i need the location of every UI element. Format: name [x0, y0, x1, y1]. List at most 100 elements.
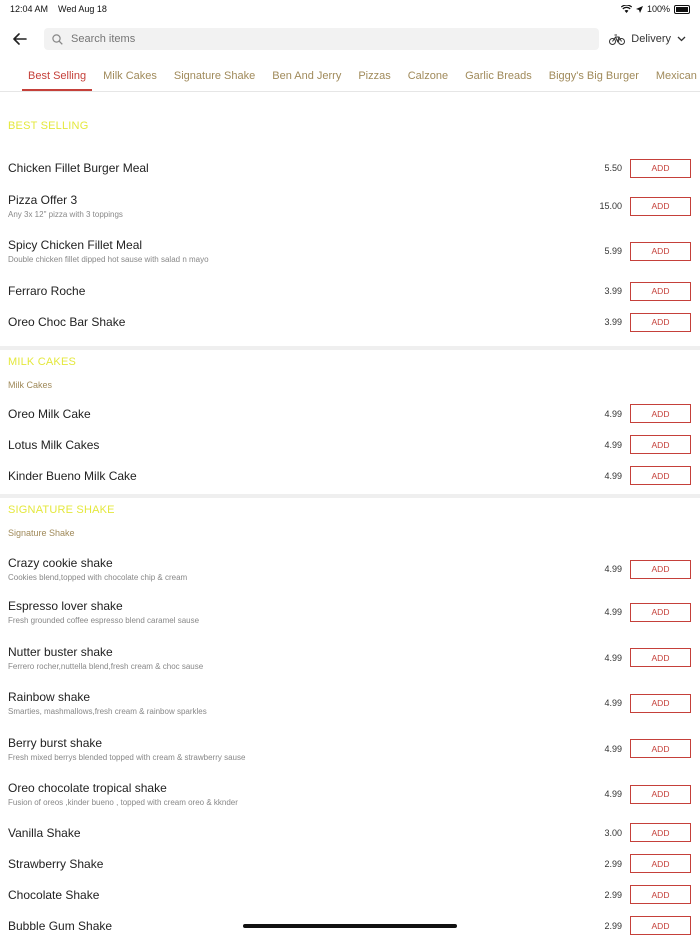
menu-item: Lotus Milk Cakes 4.99 ADD	[0, 429, 700, 460]
menu-item: Spicy Chicken Fillet Meal Double chicken …	[0, 223, 700, 279]
item-price: 4.99	[604, 607, 622, 617]
menu-item: Nutter buster shake Ferrero rocher,nuttel…	[0, 635, 700, 680]
item-price: 5.50	[604, 163, 622, 173]
add-button[interactable]: ADD	[630, 916, 691, 935]
item-name: Rainbow shake	[8, 690, 91, 704]
tab-mexican-main[interactable]: Mexican Main	[650, 60, 700, 91]
item-name: Crazy cookie shake	[8, 556, 113, 570]
menu-item: Strawberry Shake 2.99 ADD	[0, 848, 700, 879]
item-description: Any 3x 12" pizza with 3 toppings	[8, 210, 123, 219]
status-bar: 12:04 AM Wed Aug 18 100%	[0, 0, 700, 18]
item-price: 4.99	[604, 439, 622, 450]
item-name: Lotus Milk Cakes	[8, 437, 100, 452]
add-button[interactable]: ADD	[630, 466, 691, 485]
add-button[interactable]: ADD	[630, 885, 691, 904]
category-tabs: Best Selling Milk Cakes Signature Shake …	[0, 60, 700, 92]
add-button[interactable]: ADD	[630, 312, 691, 332]
add-button[interactable]: ADD	[630, 648, 691, 667]
tab-garlic-breads[interactable]: Garlic Breads	[459, 60, 538, 91]
menu-item: Chocolate Shake 2.99 ADD	[0, 879, 700, 910]
menu-item: Oreo chocolate tropical shake Fusion of o…	[0, 771, 700, 817]
section-title-signature-shake: SIGNATURE SHAKE	[8, 504, 115, 516]
section-subtitle-signature-shake: Signature Shake	[8, 528, 75, 538]
item-price: 3.00	[604, 827, 622, 838]
item-price: 5.99	[604, 246, 622, 256]
item-price: 3.99	[604, 286, 622, 296]
item-name: Chocolate Shake	[8, 887, 100, 902]
add-button[interactable]: ADD	[630, 158, 691, 178]
add-button[interactable]: ADD	[630, 854, 691, 873]
home-indicator	[243, 924, 457, 928]
menu-item: Kinder Bueno Milk Cake 4.99 ADD	[0, 460, 700, 491]
menu-item: Berry burst shake Fresh mixed berrys blen…	[0, 726, 700, 771]
item-name: Vanilla Shake	[8, 825, 81, 840]
battery-percent: 100%	[646, 4, 670, 14]
add-button[interactable]: ADD	[630, 196, 691, 216]
item-description: Fusion of oreos ,kinder bueno , topped w…	[8, 798, 238, 807]
item-description: Cookies blend,topped with chocolate chip…	[8, 573, 188, 582]
top-bar: Delivery	[0, 18, 700, 60]
item-description: Fresh grounded coffee espresso blend car…	[8, 616, 200, 625]
menu-item: Pizza Offer 3 Any 3x 12" pizza with 3 top…	[0, 189, 700, 223]
bicycle-icon	[609, 34, 626, 45]
item-price: 3.99	[604, 317, 622, 327]
tab-pizzas[interactable]: Pizzas	[352, 60, 396, 91]
item-description: Smarties, mashmallows,fresh cream & rain…	[8, 707, 207, 716]
item-name: Ferraro Roche	[8, 284, 86, 298]
search-input[interactable]	[69, 32, 592, 46]
status-date: Wed Aug 18	[58, 4, 107, 14]
item-price: 2.99	[604, 920, 622, 931]
arrow-left-icon	[13, 33, 27, 45]
item-name: Pizza Offer 3	[8, 193, 78, 207]
item-price: 4.99	[604, 698, 622, 708]
add-button[interactable]: ADD	[630, 739, 691, 758]
menu-item: Vanilla Shake 3.00 ADD	[0, 817, 700, 848]
tab-milk-cakes[interactable]: Milk Cakes	[97, 60, 163, 91]
menu-item: Oreo Milk Cake 4.99 ADD	[0, 398, 700, 429]
status-time: 12:04 AM	[10, 4, 49, 14]
menu-item: Rainbow shake Smarties, mashmallows,fresh…	[0, 680, 700, 726]
add-button[interactable]: ADD	[630, 559, 691, 579]
menu-item: Ferraro Roche 3.99 ADD	[0, 279, 700, 303]
add-button[interactable]: ADD	[630, 784, 691, 804]
item-price: 15.00	[599, 201, 622, 211]
item-name: Oreo chocolate tropical shake	[8, 781, 167, 795]
item-name: Bubble Gum Shake	[8, 918, 113, 933]
delivery-label: Delivery	[631, 33, 671, 45]
add-button[interactable]: ADD	[630, 823, 691, 842]
tab-best-selling[interactable]: Best Selling	[22, 60, 93, 91]
tab-biggys-big-burger[interactable]: Biggy's Big Burger	[543, 60, 645, 91]
location-icon	[635, 5, 643, 13]
item-price: 2.99	[604, 889, 622, 900]
add-button[interactable]: ADD	[630, 281, 691, 301]
add-button[interactable]: ADD	[630, 693, 691, 713]
item-price: 4.99	[604, 470, 622, 481]
tab-signature-shake[interactable]: Signature Shake	[168, 60, 261, 91]
chevron-down-icon	[677, 36, 686, 42]
tab-ben-and-jerry[interactable]: Ben And Jerry	[266, 60, 347, 91]
add-button[interactable]: ADD	[630, 404, 691, 423]
wifi-icon	[620, 5, 632, 13]
add-button[interactable]: ADD	[630, 241, 691, 261]
item-price: 4.99	[604, 408, 622, 419]
add-button[interactable]: ADD	[630, 435, 691, 454]
item-price: 4.99	[604, 789, 622, 799]
item-price: 4.99	[604, 743, 622, 754]
search-icon	[52, 33, 63, 45]
menu-content: BEST SELLING Chicken Fillet Burger Meal …	[0, 92, 700, 941]
battery-icon	[674, 4, 690, 14]
delivery-selector[interactable]: Delivery	[609, 33, 692, 45]
item-name: Espresso lover shake	[8, 599, 123, 613]
item-name: Kinder Bueno Milk Cake	[8, 468, 137, 483]
item-description: Ferrero rocher,nuttella blend,fresh crea…	[8, 661, 204, 671]
tab-calzone[interactable]: Calzone	[402, 60, 454, 91]
item-name: Strawberry Shake	[8, 856, 104, 871]
back-button[interactable]	[8, 27, 32, 51]
menu-item: Crazy cookie shake Cookies blend,topped w…	[0, 549, 700, 589]
item-name: Nutter buster shake	[8, 644, 113, 659]
item-description: Fresh mixed berrys blended topped with c…	[8, 752, 246, 762]
add-button[interactable]: ADD	[630, 602, 691, 622]
search-bar[interactable]	[44, 28, 600, 50]
item-name: Spicy Chicken Fillet Meal	[8, 238, 143, 252]
menu-item: Espresso lover shake Fresh grounded coffe…	[0, 589, 700, 635]
